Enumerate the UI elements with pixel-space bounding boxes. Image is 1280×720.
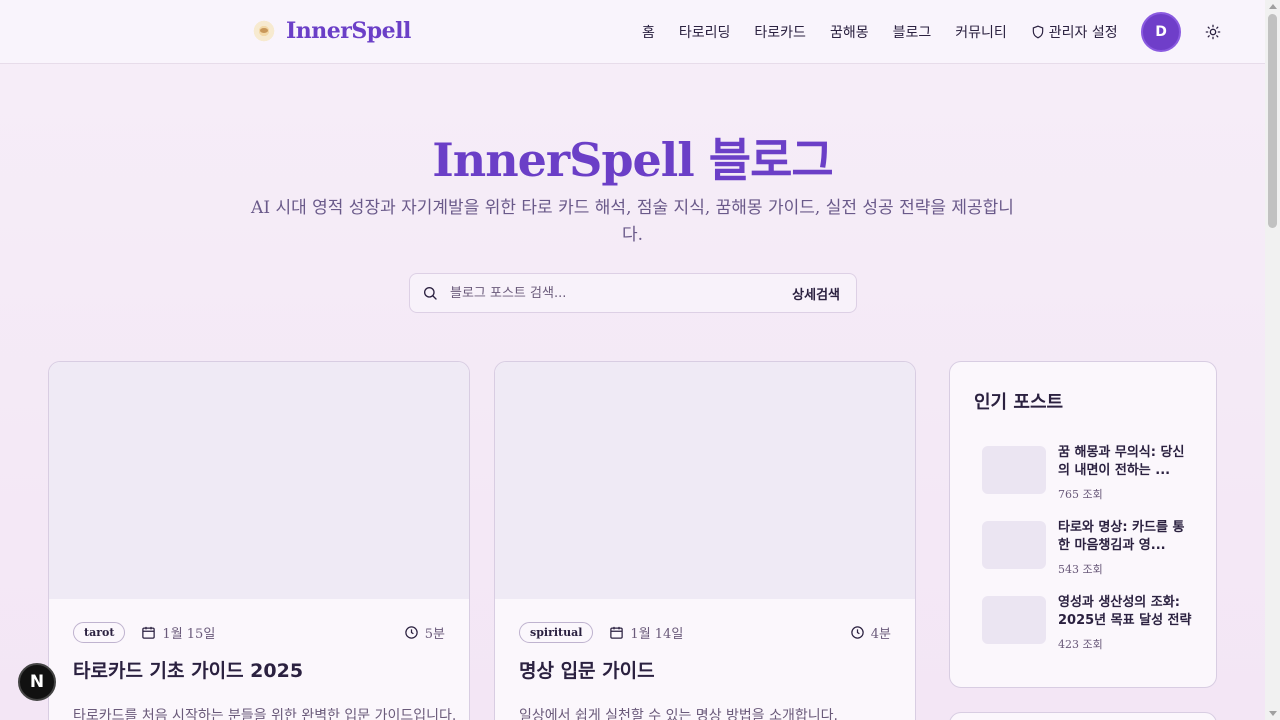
logo[interactable]: InnerSpell	[252, 18, 411, 44]
sun-icon	[1205, 24, 1221, 40]
nextjs-dev-badge[interactable]: N	[18, 663, 56, 701]
popular-post-views: 765 조회	[1058, 488, 1103, 501]
page-title: InnerSpell 블로그	[432, 133, 833, 187]
post-date-text: 1월 14일	[630, 627, 684, 642]
popular-post-item[interactable]: 영성과 생산성의 조화: 2025년 목표 달성 전략 423 조회	[982, 595, 1202, 656]
popular-post-thumbnail	[982, 521, 1046, 569]
post-thumbnail	[49, 362, 469, 599]
site-header: InnerSpell 홈 타로리딩 타로카드 꿈해몽 블로그 커뮤니티 관리자 …	[0, 0, 1265, 64]
post-card[interactable]: spiritual 1월 14일 4분 명상 입문 가이드 일상에서 쉽게 실천…	[494, 361, 916, 720]
read-time-text: 5분	[424, 627, 445, 642]
post-card[interactable]: tarot 1월 15일 5분 타로카드 기초 가이드 2025 타로카드를 처…	[48, 361, 470, 720]
post-date-text: 1월 15일	[162, 627, 216, 642]
popular-posts-panel: 인기 포스트 꿈 해몽과 무의식: 당신의 내면이 전하는 ... 765 조회…	[949, 361, 1217, 688]
popular-post-title: 꿈 해몽과 무의식: 당신의 내면이 전하는 ...	[1058, 445, 1185, 478]
search-input[interactable]	[450, 285, 793, 301]
read-time: 4분	[850, 623, 891, 642]
category-tag[interactable]: tarot	[73, 622, 126, 643]
popular-post-thumbnail	[982, 596, 1046, 644]
popular-post-item[interactable]: 타로와 명상: 카드를 통한 마음챙김과 영... 543 조회	[982, 520, 1202, 581]
popular-post-views: 423 조회	[1058, 638, 1103, 651]
secondary-sidebar-panel	[949, 712, 1217, 720]
nav-dream[interactable]: 꿈해몽	[830, 22, 869, 42]
post-date: 1월 15일	[141, 623, 215, 642]
popular-post-thumbnail	[982, 446, 1046, 494]
search-icon	[424, 287, 437, 300]
theme-toggle-button[interactable]	[1201, 20, 1225, 44]
scroll-up-arrow[interactable]	[1269, 4, 1277, 9]
nav-tarot-cards[interactable]: 타로카드	[754, 22, 806, 42]
post-meta: spiritual 1월 14일 4분	[519, 622, 891, 643]
popular-posts-title: 인기 포스트	[974, 392, 1064, 413]
nav-community[interactable]: 커뮤니티	[955, 22, 1007, 42]
advanced-search-button[interactable]: 상세검색	[792, 284, 840, 303]
calendar-icon	[610, 626, 624, 639]
popular-post-item[interactable]: 꿈 해몽과 무의식: 당신의 내면이 전하는 ... 765 조회	[982, 445, 1202, 506]
page-scrollbar[interactable]	[1265, 0, 1280, 720]
read-time-text: 4분	[870, 627, 891, 642]
shield-icon	[1032, 25, 1044, 39]
post-excerpt: 타로카드를 처음 시작하는 분들을 위한 완벽한 입문 가이드입니다.	[73, 708, 457, 720]
nav-blog[interactable]: 블로그	[893, 22, 932, 42]
user-avatar[interactable]: D	[1141, 12, 1181, 52]
popular-post-views: 543 조회	[1058, 563, 1103, 576]
nav-home[interactable]: 홈	[642, 22, 655, 42]
nav-admin-settings[interactable]: 관리자 설정	[1031, 22, 1118, 42]
main-nav: 홈 타로리딩 타로카드 꿈해몽 블로그 커뮤니티 관리자 설정	[630, 0, 1130, 64]
popular-post-title: 타로와 명상: 카드를 통한 마음챙김과 영...	[1058, 520, 1185, 553]
post-meta: tarot 1월 15일 5분	[73, 622, 445, 643]
logo-text: InnerSpell	[286, 18, 411, 44]
post-title[interactable]: 명상 입문 가이드	[519, 656, 655, 683]
scroll-down-arrow[interactable]	[1269, 711, 1277, 716]
blog-search-bar: 상세검색	[409, 273, 857, 313]
clock-icon	[405, 626, 418, 639]
nav-admin-label: 관리자 설정	[1048, 25, 1118, 41]
category-tag[interactable]: spiritual	[519, 622, 594, 643]
page-subtitle: AI 시대 영적 성장과 자기계발을 위한 타로 카드 해석, 점술 지식, 꿈…	[251, 198, 1014, 245]
post-date: 1월 14일	[609, 623, 683, 642]
clock-icon	[851, 626, 864, 639]
post-title[interactable]: 타로카드 기초 가이드 2025	[73, 656, 303, 683]
read-time: 5분	[404, 623, 445, 642]
post-excerpt: 일상에서 쉽게 실천할 수 있는 명상 방법을 소개합니다.	[519, 708, 838, 720]
popular-post-title: 영성과 생산성의 조화: 2025년 목표 달성 전략	[1058, 595, 1192, 628]
post-thumbnail	[495, 362, 915, 599]
scroll-thumb[interactable]	[1268, 14, 1277, 228]
nav-tarot-reading[interactable]: 타로리딩	[679, 22, 731, 42]
eye-logo-icon	[252, 19, 276, 43]
calendar-icon	[142, 626, 156, 639]
